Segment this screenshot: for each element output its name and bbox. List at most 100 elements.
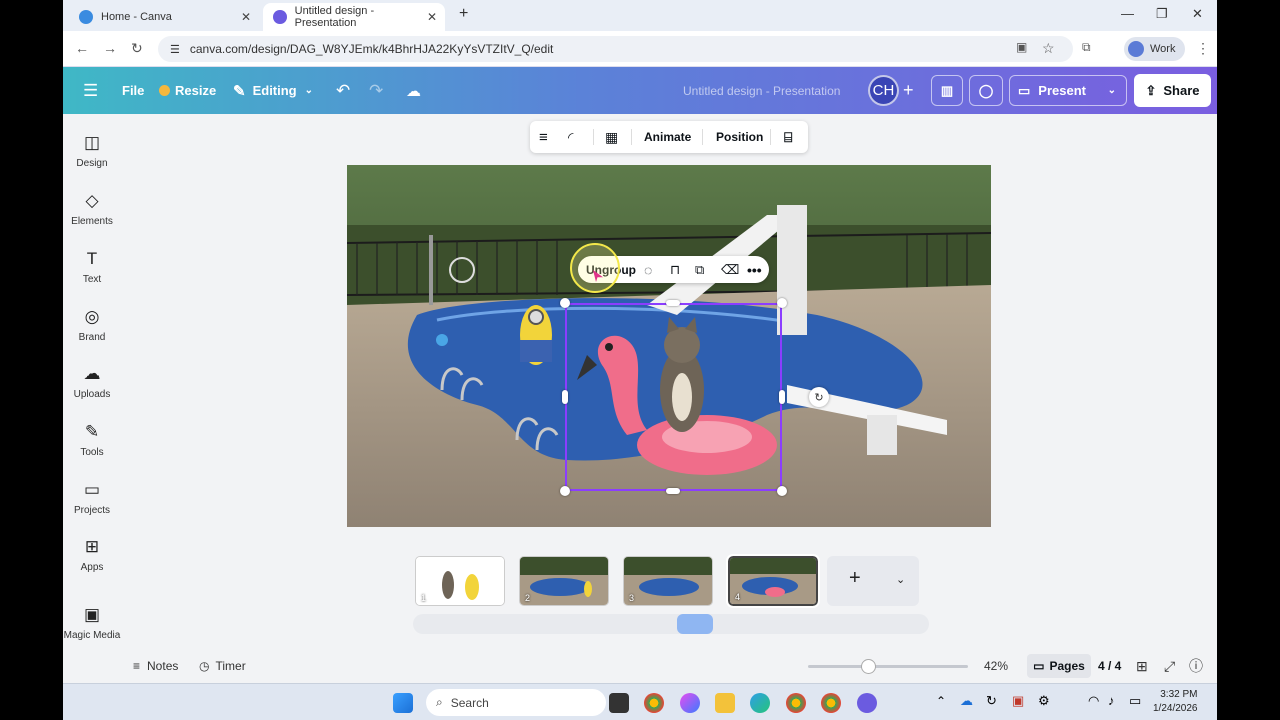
cloud-sync-icon[interactable]: ☁ [406,67,421,114]
tray-app-icon[interactable]: ▣ [1012,693,1024,709]
redo-icon[interactable]: ↷ [369,67,383,114]
page-thumbnail-4[interactable]: 4 [726,554,820,608]
resize-handle-bottom[interactable] [666,488,680,494]
tray-gear-icon[interactable]: ⚙ [1038,693,1050,709]
resize-handle-left[interactable] [562,390,568,404]
taskbar-search-input[interactable]: ⌕ Search [426,689,606,716]
rail-item-uploads[interactable]: ☁ Uploads [63,363,121,400]
file-explorer-icon[interactable] [715,693,735,713]
duplicate-icon[interactable]: ⧉ [695,256,704,283]
reload-icon[interactable]: ↻ [131,40,143,57]
url-input[interactable]: ☰ canva.com/design/DAG_W8YJEmk/k4BhrHJA2… [158,36,1073,62]
save-page-icon[interactable]: ▣ [1016,40,1027,54]
rail-item-text[interactable]: T Text [63,248,121,285]
chrome-work-icon[interactable] [821,693,841,713]
notes-button[interactable]: ≡ Notes [133,651,178,681]
wifi-icon[interactable]: ◠ [1088,693,1099,709]
add-page-plus-icon[interactable]: + [849,567,861,590]
taskbar-clock[interactable]: 3:32 PM 1/24/2026 [1153,688,1198,716]
undo-icon[interactable]: ↶ [336,67,350,114]
invite-plus-icon[interactable]: + [903,67,914,114]
close-window-icon[interactable]: ✕ [1192,6,1203,22]
add-comment-icon[interactable]: ◌ [644,256,652,283]
rail-item-elements[interactable]: ◇ Elements [63,190,121,227]
share-button[interactable]: ⇪ Share [1134,74,1211,107]
onedrive-icon[interactable]: ☁ [960,693,973,709]
user-avatar[interactable]: CH [868,75,899,106]
kebab-menu-icon[interactable]: ⋮ [1196,40,1210,57]
back-icon[interactable]: ← [75,40,89,56]
browser-tab-home[interactable]: Home - Canva ✕ [69,3,259,31]
chrome-profile-icon[interactable] [786,693,806,713]
resize-handle-right[interactable] [779,390,785,404]
maximize-icon[interactable]: ❐ [1156,6,1168,22]
paint-format-icon[interactable]: ⌸ [784,121,792,153]
page-thumbnail-1[interactable]: 1 [415,556,505,606]
show-hidden-icons-chevron-icon[interactable]: ⌃ [936,694,946,708]
help-icon[interactable]: ⓘ [1189,651,1203,681]
resize-handle-bottom-right[interactable] [777,486,787,496]
new-tab-icon[interactable]: + [459,5,468,23]
resize-handle-top[interactable] [666,300,680,306]
rail-item-design[interactable]: ◫ Design [63,132,121,169]
transparency-icon[interactable]: ▦ [605,121,618,153]
page-options-chevron-icon[interactable]: ⌄ [896,573,905,586]
resize-button[interactable]: Resize [159,67,216,114]
resize-handle-top-right[interactable] [777,298,787,308]
profile-button[interactable]: Work [1124,37,1186,61]
present-button[interactable]: ▭ Present ⌄ [1009,75,1127,106]
forward-icon[interactable]: → [103,40,117,56]
site-info-icon[interactable]: ☰ [170,43,180,56]
close-tab-icon[interactable]: ✕ [427,10,437,24]
lines-style-icon[interactable]: ≡ [539,121,548,153]
zoom-percentage[interactable]: 42% [984,651,1008,681]
zoom-slider-knob[interactable] [861,659,876,674]
selection-bounding-box[interactable] [565,303,782,491]
close-tab-icon[interactable]: ✕ [241,10,251,24]
fullscreen-icon[interactable]: ⤢ [1164,651,1175,681]
resize-handle-bottom-left[interactable] [560,486,570,496]
minimize-icon[interactable]: — [1121,6,1134,21]
canva-app-icon[interactable] [857,693,877,713]
timer-button[interactable]: ◷ Timer [199,651,246,681]
page-thumbnail-3[interactable]: 3 [623,556,713,606]
grid-view-icon[interactable]: ⊞ [1136,651,1148,681]
rail-item-brand[interactable]: ◎ Brand [63,306,121,343]
pages-scrollbar[interactable] [413,614,929,634]
delete-trash-icon[interactable]: ⌫ [721,256,739,283]
file-menu-button[interactable]: File [122,67,144,114]
animate-button[interactable]: Animate [644,121,691,153]
page-thumbnail-2[interactable]: 2 [519,556,609,606]
rotate-handle-icon[interactable]: ↻ [809,387,829,407]
rail-item-projects[interactable]: ▭ Projects [63,479,121,516]
pages-view-button[interactable]: ▭ Pages [1027,654,1091,678]
edge-icon[interactable] [750,693,770,713]
copilot-icon[interactable] [680,693,700,713]
comment-icon[interactable]: ◯ [969,75,1003,106]
windows-start-icon[interactable] [393,693,413,713]
zoom-slider[interactable] [808,659,968,674]
screen-search-icon[interactable]: ⧉ [1082,40,1091,55]
sync-icon[interactable]: ↻ [986,693,997,709]
volume-icon[interactable]: ♪ [1108,693,1115,708]
document-title[interactable]: Untitled design - Presentation [683,67,840,114]
battery-icon[interactable]: ▭ [1129,693,1141,709]
chrome-icon[interactable] [644,693,664,713]
bookmark-star-icon[interactable]: ☆ [1042,40,1055,57]
rail-item-apps[interactable]: ⊞ Apps [63,536,121,573]
rail-item-tools[interactable]: ✎ Tools [63,421,121,458]
more-options-icon[interactable]: ••• [747,256,762,283]
menu-icon[interactable]: ☰ [83,67,98,114]
corner-rounding-icon[interactable]: ◜ [568,121,573,153]
browser-tab-design[interactable]: Untitled design - Presentation ✕ [263,3,445,31]
rail-item-magic-media[interactable]: ▣ Magic Media [63,604,121,641]
insights-chart-icon[interactable]: ▥ [931,75,963,106]
task-view-icon[interactable] [609,693,629,713]
resize-handle-top-left[interactable] [560,298,570,308]
canva-favicon-icon [273,10,287,24]
editing-mode-button[interactable]: ✎ Editing ⌄ [233,67,313,114]
present-dropdown-chevron-icon[interactable]: ⌄ [1108,85,1116,96]
lock-icon[interactable]: ⊓ [670,256,680,283]
scrollbar-thumb[interactable] [677,614,713,634]
position-button[interactable]: Position [716,121,763,153]
